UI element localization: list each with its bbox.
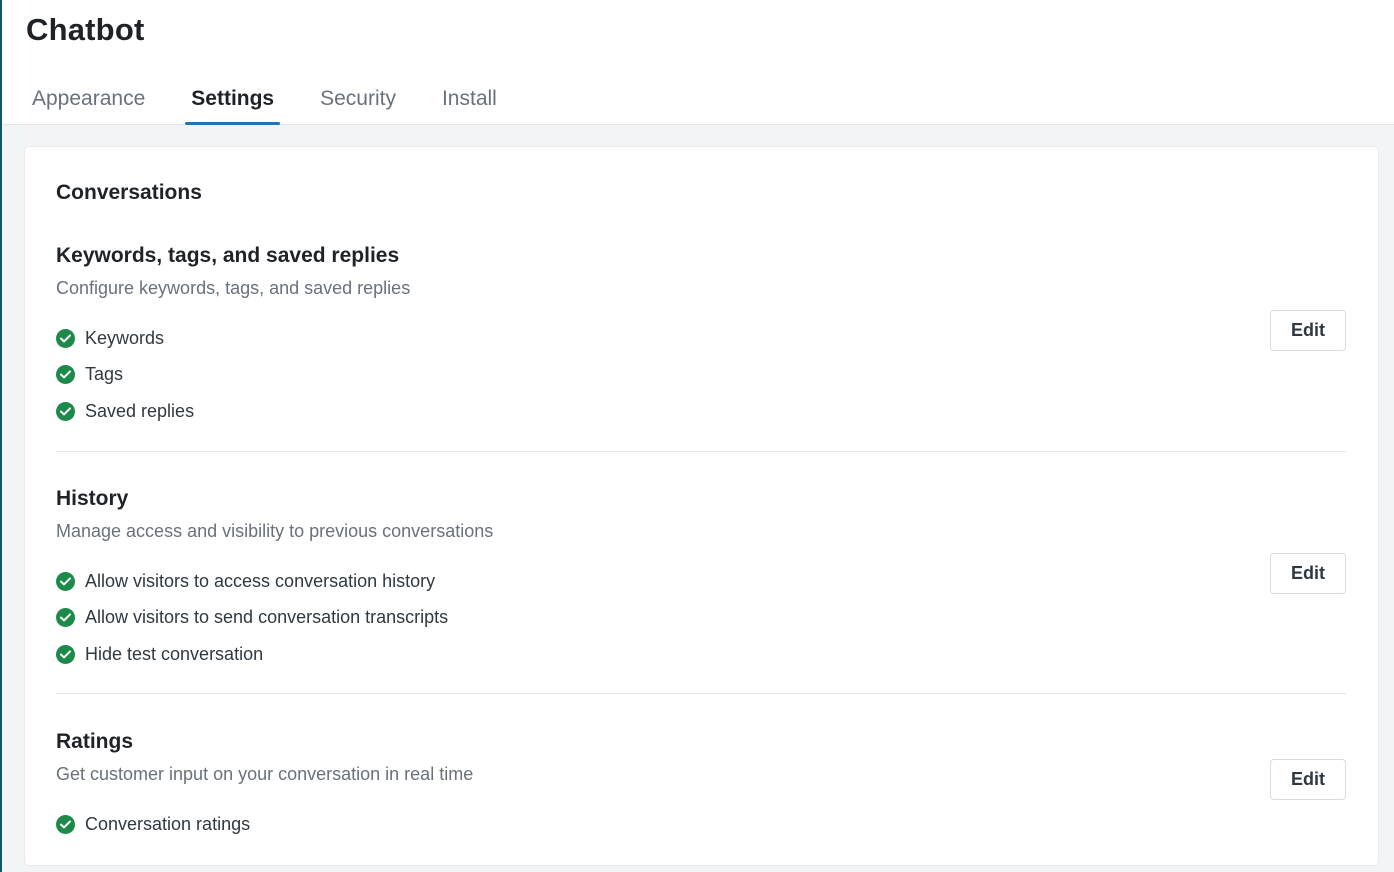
page-title: Chatbot bbox=[26, 12, 145, 47]
check-circle-icon bbox=[56, 571, 75, 591]
feature-list: Conversation ratings bbox=[56, 806, 1346, 843]
section-keywords: Keywords, tags, and saved replies Config… bbox=[56, 243, 1346, 430]
feature-label: Allow visitors to access conversation hi… bbox=[85, 570, 436, 591]
tab-settings[interactable]: Settings bbox=[185, 80, 280, 125]
page-header: Chatbot Appearance Settings Security Ins… bbox=[2, 0, 1394, 125]
check-circle-icon bbox=[56, 608, 75, 628]
feature-label: Allow visitors to send conversation tran… bbox=[85, 607, 449, 628]
card-title: Conversations bbox=[56, 181, 202, 204]
check-circle-icon bbox=[56, 328, 75, 348]
feature-item: Saved replies bbox=[56, 393, 1346, 430]
edit-keywords-button[interactable]: Edit bbox=[1270, 310, 1346, 351]
section-divider bbox=[56, 451, 1346, 452]
feature-item: Keywords bbox=[56, 320, 1346, 357]
window-left-edge bbox=[0, 0, 2, 872]
conversations-card: Conversations Keywords, tags, and saved … bbox=[25, 147, 1378, 865]
feature-label: Keywords bbox=[85, 327, 165, 348]
section-description: Configure keywords, tags, and saved repl… bbox=[56, 278, 411, 298]
section-description: Get customer input on your conversation … bbox=[56, 764, 474, 784]
feature-item: Conversation ratings bbox=[56, 806, 1346, 843]
feature-item: Allow visitors to access conversation hi… bbox=[56, 563, 1346, 600]
check-circle-icon bbox=[56, 644, 75, 664]
tab-security[interactable]: Security bbox=[314, 80, 402, 124]
section-ratings: Ratings Get customer input on your conve… bbox=[56, 729, 1346, 843]
edit-ratings-button[interactable]: Edit bbox=[1270, 759, 1346, 800]
tab-appearance[interactable]: Appearance bbox=[26, 80, 151, 124]
feature-label: Conversation ratings bbox=[85, 813, 251, 834]
section-divider bbox=[56, 693, 1346, 694]
tab-install[interactable]: Install bbox=[436, 80, 503, 124]
check-circle-icon bbox=[56, 814, 75, 834]
feature-item: Tags bbox=[56, 357, 1346, 394]
section-history: History Manage access and visibility to … bbox=[56, 486, 1346, 673]
edit-history-button[interactable]: Edit bbox=[1270, 553, 1346, 594]
feature-list: Keywords Tags Saved replies bbox=[56, 320, 1346, 430]
check-circle-icon bbox=[56, 401, 75, 421]
feature-label: Saved replies bbox=[85, 400, 195, 421]
check-circle-icon bbox=[56, 365, 75, 385]
section-description: Manage access and visibility to previous… bbox=[56, 521, 494, 541]
feature-list: Allow visitors to access conversation hi… bbox=[56, 563, 1346, 673]
section-title: Keywords, tags, and saved replies bbox=[56, 244, 400, 267]
feature-item: Hide test conversation bbox=[56, 636, 1346, 673]
tab-bar: Appearance Settings Security Install bbox=[2, 80, 513, 125]
feature-label: Tags bbox=[85, 364, 124, 385]
feature-label: Hide test conversation bbox=[85, 643, 264, 664]
section-title: History bbox=[56, 487, 129, 510]
section-title: Ratings bbox=[56, 730, 134, 753]
feature-item: Allow visitors to send conversation tran… bbox=[56, 600, 1346, 637]
